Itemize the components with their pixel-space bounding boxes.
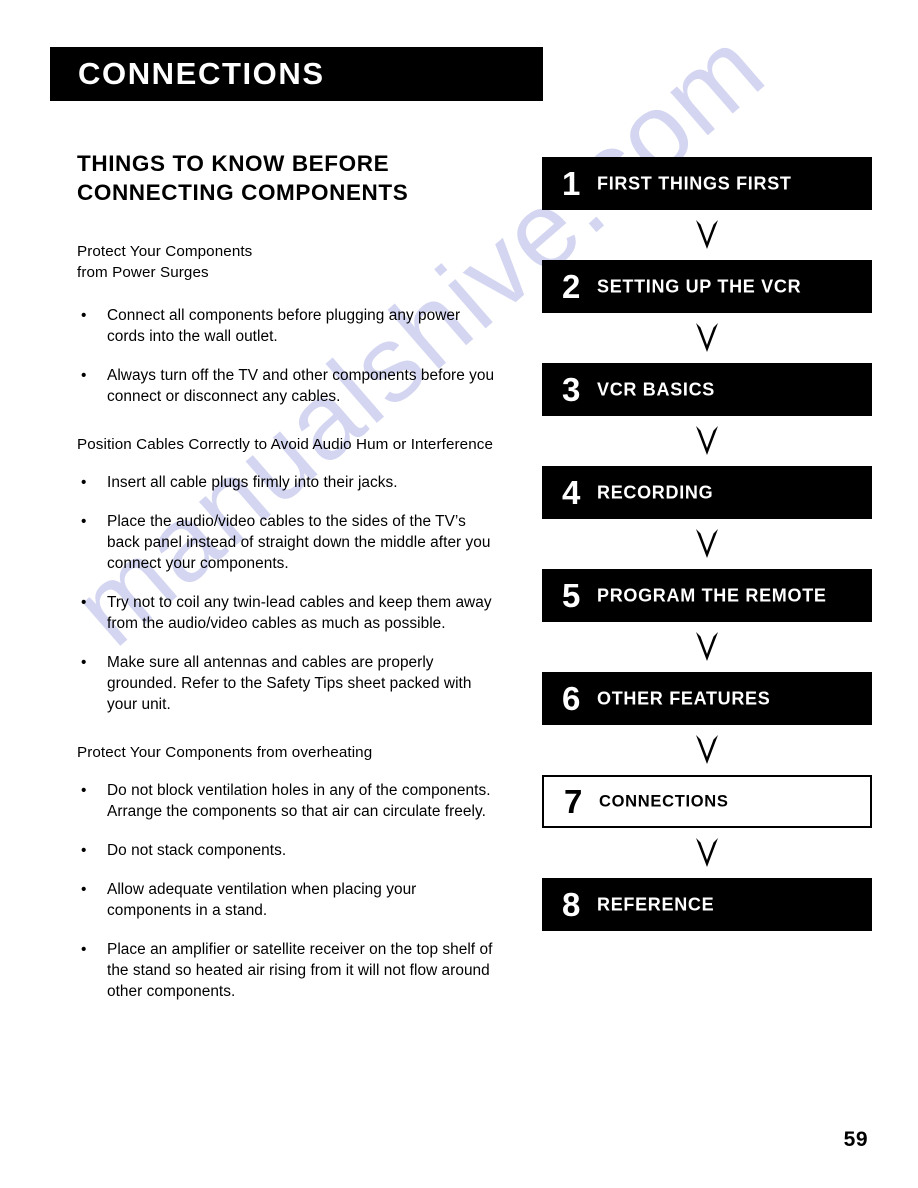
bullet-icon: • xyxy=(81,841,87,859)
list-item-text: Make sure all antennas and cables are pr… xyxy=(107,653,472,713)
bullet-icon: • xyxy=(81,474,87,492)
document-page: CONNECTIONS THINGS TO KNOW BEFORE CONNEC… xyxy=(0,0,918,1188)
nav-item-program-the-remote[interactable]: 5 PROGRAM THE REMOTE xyxy=(542,569,872,622)
nav-item-label: RECORDING xyxy=(597,482,714,502)
list-item-text: Insert all cable plugs firmly into their… xyxy=(107,474,398,492)
main-text-column: THINGS TO KNOW BEFORE CONNECTING COMPONE… xyxy=(77,150,495,1003)
subheading-overheating: Protect Your Components from overheating xyxy=(77,743,373,761)
bullet-icon: • xyxy=(81,880,87,898)
page-title: CONNECTIONS xyxy=(78,56,325,91)
list-item-text: Always turn off the TV and other compone… xyxy=(107,366,495,405)
nav-item-recording[interactable]: 4 RECORDING xyxy=(542,466,872,519)
nav-item-number: 8 xyxy=(562,885,581,923)
flow-arrow-icon xyxy=(542,725,872,775)
nav-item-first-things-first[interactable]: 1 FIRST THINGS FIRST xyxy=(542,157,872,210)
bullet-icon: • xyxy=(81,306,87,324)
list-item-text: Do not stack components. xyxy=(107,841,287,859)
flow-arrow-icon xyxy=(542,519,872,569)
bullet-icon: • xyxy=(81,653,87,671)
list-item: • Try not to coil any twin-lead cables a… xyxy=(77,593,495,635)
subheading-audio-hum: Position Cables Correctly to Avoid Audio… xyxy=(77,435,493,453)
list-item: • Place an amplifier or satellite receiv… xyxy=(77,940,495,1003)
bullet-icon: • xyxy=(81,593,87,611)
nav-item-number: 1 xyxy=(562,164,581,202)
list-item-text: Try not to coil any twin-lead cables and… xyxy=(107,593,492,632)
nav-item-setting-up-the-vcr[interactable]: 2 SETTING UP THE VCR xyxy=(542,260,872,313)
bullet-list-audio-hum: • Insert all cable plugs firmly into the… xyxy=(77,473,495,715)
nav-item-reference[interactable]: 8 REFERENCE xyxy=(542,878,872,931)
subheading-power-surges-line-2: from Power Surges xyxy=(77,264,209,282)
subheading-power-surges-line-1: Protect Your Components xyxy=(77,242,253,260)
bullet-icon: • xyxy=(81,940,87,958)
nav-item-number: 5 xyxy=(562,576,581,614)
section-heading-line-1: THINGS TO KNOW BEFORE xyxy=(77,151,390,176)
list-item: • Connect all components before plugging… xyxy=(77,306,495,348)
nav-item-number: 3 xyxy=(562,370,581,408)
list-item-text: Connect all components before plugging a… xyxy=(107,306,461,345)
bullet-list-power-surges: • Connect all components before plugging… xyxy=(77,306,495,408)
list-item: • Allow adequate ventilation when placin… xyxy=(77,880,495,922)
flow-arrow-icon xyxy=(542,313,872,363)
bullet-icon: • xyxy=(81,782,87,800)
nav-item-number: 2 xyxy=(562,267,581,305)
nav-item-other-features[interactable]: 6 OTHER FEATURES xyxy=(542,672,872,725)
section-heading: THINGS TO KNOW BEFORE CONNECTING COMPONE… xyxy=(77,150,495,208)
flow-arrow-icon xyxy=(542,622,872,672)
subheading-power-surges: Protect Your Components from Power Surge… xyxy=(77,241,495,284)
nav-item-label: SETTING UP THE VCR xyxy=(597,276,802,296)
list-item: • Make sure all antennas and cables are … xyxy=(77,653,495,716)
nav-item-number: 6 xyxy=(562,679,581,717)
flow-arrow-icon xyxy=(542,416,872,466)
nav-item-label: VCR BASICS xyxy=(597,379,716,399)
chapter-navigation-flow: 1 FIRST THINGS FIRST 2 SETTING UP THE VC… xyxy=(542,157,872,931)
chapter-header-banner: CONNECTIONS xyxy=(50,47,543,101)
nav-item-vcr-basics[interactable]: 3 VCR BASICS xyxy=(542,363,872,416)
list-item-text: Place the audio/video cables to the side… xyxy=(107,513,491,572)
nav-item-connections[interactable]: 7 CONNECTIONS xyxy=(542,775,872,828)
bullet-icon: • xyxy=(81,366,87,384)
list-item: • Place the audio/video cables to the si… xyxy=(77,512,495,575)
list-item: • Always turn off the TV and other compo… xyxy=(77,366,495,408)
list-item: • Do not stack components. xyxy=(77,841,495,862)
list-item-text: Place an amplifier or satellite receiver… xyxy=(107,940,493,1000)
list-item: • Do not block ventilation holes in any … xyxy=(77,781,495,823)
nav-item-label: FIRST THINGS FIRST xyxy=(597,173,792,193)
list-item-text: Allow adequate ventilation when placing … xyxy=(107,880,417,919)
list-item-text: Do not block ventilation holes in any of… xyxy=(107,782,491,821)
page-number: 59 xyxy=(843,1128,868,1151)
flow-arrow-icon xyxy=(542,210,872,260)
section-heading-line-2: CONNECTING COMPONENTS xyxy=(77,179,409,205)
bullet-list-overheating: • Do not block ventilation holes in any … xyxy=(77,781,495,1003)
nav-item-label: OTHER FEATURES xyxy=(597,688,771,708)
list-item: • Insert all cable plugs firmly into the… xyxy=(77,473,495,494)
bullet-icon: • xyxy=(81,513,87,531)
nav-item-label: CONNECTIONS xyxy=(599,792,729,810)
nav-item-number: 4 xyxy=(562,473,581,511)
flow-arrow-icon xyxy=(542,828,872,878)
nav-item-label: PROGRAM THE REMOTE xyxy=(597,585,827,605)
nav-item-number: 7 xyxy=(564,782,583,820)
nav-item-label: REFERENCE xyxy=(597,894,715,914)
